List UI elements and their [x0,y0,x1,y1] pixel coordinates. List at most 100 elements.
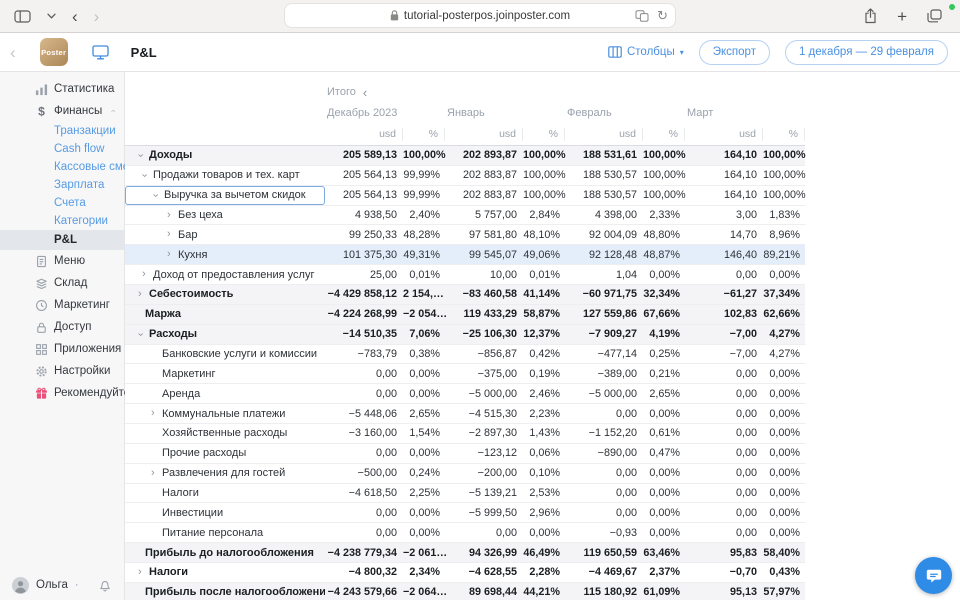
row-label: Себестоимость [149,288,233,300]
cell-usd: −14 510,35 [325,328,403,340]
chevron-right-icon[interactable]: › [151,408,155,419]
table-row: ›Налоги−4 800,322,34%−4 628,552,28%−4 46… [125,563,805,583]
tabs-overview-icon[interactable] [927,9,942,23]
sidebar-item-menu[interactable]: Меню [0,250,124,272]
display-icon[interactable] [92,45,109,60]
forward-icon[interactable]: › [94,8,100,25]
cell-percent: 0,01% [523,269,565,281]
bell-icon[interactable] [98,578,112,592]
cell-usd: −4 224 268,99 [325,308,403,320]
cell-percent: 58,87% [523,308,565,320]
sidebar-item-warehouse[interactable]: Склад [0,272,124,294]
sidebar-item-recommend[interactable]: Рекомендуйте Poster [0,382,124,404]
back-icon[interactable]: ‹ [72,8,78,25]
row-label-cell[interactable]: Питание персонала [125,523,325,542]
address-bar[interactable]: tutorial-posterpos.joinposter.com ↻ [285,4,675,27]
cell-usd: 0,00 [685,507,763,519]
cell-usd: 0,00 [685,388,763,400]
sidebar-item-marketing[interactable]: Маркетинг [0,294,124,316]
row-label-cell[interactable]: Прибыль до налогообложения [125,543,325,562]
chevron-down-icon[interactable] [47,13,56,19]
cell-percent: −2 061… [403,547,445,559]
cell-percent: 100,00% [523,169,565,181]
table-row: Питание персонала0,000,00%0,000,00%−0,93… [125,523,805,543]
reload-icon[interactable]: ↻ [657,8,668,24]
chevron-right-icon[interactable]: › [167,229,171,240]
sidebar-item-finance[interactable]: $Финансы› [0,100,124,122]
chevron-right-icon[interactable]: › [167,249,171,260]
row-label-cell[interactable]: Налоги [125,484,325,503]
collapse-total-icon[interactable]: ‹ [363,85,367,100]
chevron-right-icon[interactable]: › [138,289,142,300]
sidebar-subitem-cash-flow[interactable]: Cash flow [0,140,124,158]
chat-launcher-button[interactable] [915,557,952,594]
row-label-cell[interactable]: Прочие расходы [125,444,325,463]
sidebar-toggle-icon[interactable] [14,10,31,23]
share-icon[interactable] [864,8,877,24]
row-label-cell[interactable]: ›Развлечения для гостей [125,464,325,483]
chevron-right-icon[interactable]: › [167,210,171,221]
cell-percent: 100,00% [763,189,805,201]
chevron-down-icon[interactable]: › [134,154,145,158]
row-label-cell[interactable]: Хозяйственные расходы [125,424,325,443]
sidebar-item-statistics[interactable]: Статистика [0,78,124,100]
new-tab-icon[interactable]: + [897,8,907,25]
table-row: ›Расходы−14 510,357,06%−25 106,3012,37%−… [125,325,805,345]
cell-percent: 2,28% [523,566,565,578]
row-label-cell[interactable]: › Налоги [125,563,325,582]
cell-usd: 205 589,13 [325,149,403,161]
chevron-down-icon[interactable]: › [134,332,145,336]
sidebar-item-settings[interactable]: Настройки [0,360,124,382]
sidebar-item-applications[interactable]: Приложения [0,338,124,360]
row-label-cell[interactable]: ›Без цеха [125,206,325,225]
row-label-cell[interactable]: Прибыль после налогообложения [125,583,325,600]
row-label-cell[interactable]: ›Кухня [125,245,325,264]
cell-usd: −4 243 579,66 [325,586,403,598]
back-chevron-icon[interactable]: ‹ [10,44,16,61]
cell-usd: 0,00 [685,368,763,380]
chevron-right-icon[interactable]: › [151,468,155,479]
cell-percent: 0,01% [403,269,445,281]
row-label-cell[interactable]: Маркетинг [125,364,325,383]
sidebar-subitem-cash-shifts[interactable]: Кассовые смены [0,158,124,176]
row-label-cell[interactable]: ›Доходы [125,146,325,165]
row-label-cell[interactable]: ›Расходы [125,325,325,344]
row-label-cell[interactable]: ›Продажи товаров и тех. карт [125,166,325,185]
translate-icon[interactable] [635,10,649,22]
sidebar-item-access[interactable]: Доступ [0,316,124,338]
chevron-right-icon[interactable]: › [142,269,146,280]
chevron-right-icon[interactable]: › [138,567,142,578]
sidebar-subitem-accounts[interactable]: Счета [0,194,124,212]
columns-button[interactable]: Столбцы ▾ [608,46,684,58]
cell-percent: 67,66% [643,308,685,320]
date-range-button[interactable]: 1 декабря — 29 февраля [785,40,948,65]
export-button[interactable]: Экспорт [699,40,770,65]
sidebar-subitem-salary[interactable]: Зарплата [0,176,124,194]
sidebar-subitem-categories[interactable]: Категории [0,212,124,230]
poster-logo[interactable]: Poster [40,38,68,66]
row-label-cell[interactable]: Маржа [125,305,325,324]
cell-percent: 8,96% [763,229,805,241]
row-label-cell[interactable]: Аренда [125,384,325,403]
cell-percent: 2,84% [523,209,565,221]
sidebar-subitem-transactions[interactable]: Транзакции [0,122,124,140]
row-label-cell[interactable]: › Выручка за вычетом скидок [125,186,325,205]
row-label-cell[interactable]: ›Доход от предоставления услуг [125,265,325,284]
cell-percent: 2,33% [643,209,685,221]
cell-usd: 205 564,13 [325,169,403,181]
chevron-down-icon[interactable]: › [149,193,160,197]
sidebar-subitem-pl[interactable]: P&L [0,230,124,250]
row-label: Налоги [149,566,188,578]
cell-usd: −7 909,27 [565,328,643,340]
user-menu[interactable]: Ольга · [0,568,124,600]
row-label-cell[interactable]: ›Бар [125,225,325,244]
row-label-cell[interactable]: Инвестиции [125,503,325,522]
cell-usd: −500,00 [325,467,403,479]
row-label-cell[interactable]: › Себестоимость [125,285,325,304]
row-label: Выручка за вычетом скидок [164,189,306,201]
cell-percent: 0,00% [403,527,445,539]
cell-usd: 202 883,87 [445,189,523,201]
chevron-down-icon[interactable]: › [138,173,149,177]
row-label-cell[interactable]: ›Коммунальные платежи [125,404,325,423]
row-label-cell[interactable]: Банковские услуги и комиссии [125,345,325,364]
